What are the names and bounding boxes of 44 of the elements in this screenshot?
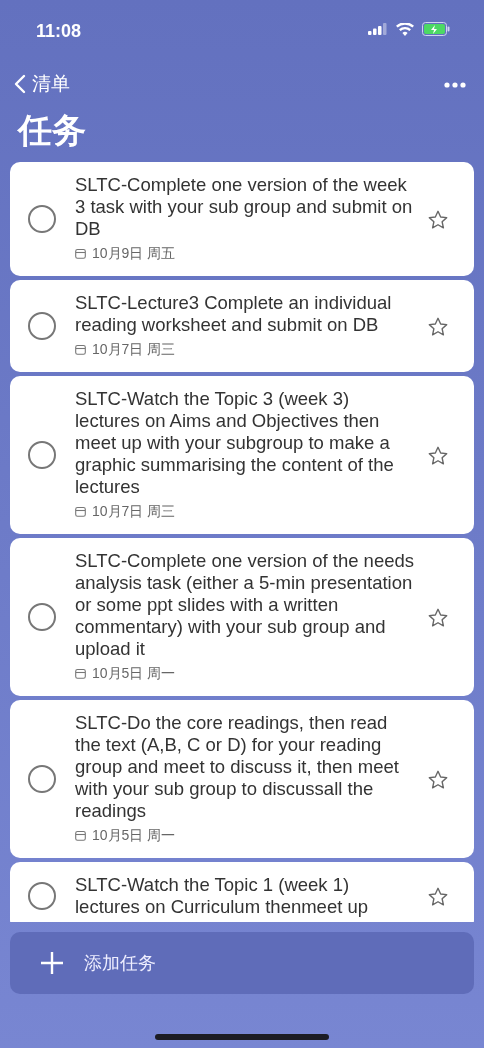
complete-checkbox[interactable]: [28, 205, 56, 233]
calendar-icon: [75, 506, 86, 517]
star-icon: [427, 768, 449, 791]
due-date: 10月7日 周三: [92, 502, 176, 521]
task-title: SLTC-Do the core readings, then read the text (A,B, C or D) for your reading group and meet to discuss it, then meet with your sub group to discussall the readings: [75, 712, 400, 822]
task-card[interactable]: SLTC-Watch the Topic 1 (week 1) lectures on Curriculum thenmeet up: [10, 862, 474, 922]
complete-checkbox[interactable]: [28, 603, 56, 631]
task-title: SLTC-Complete one version of the week 3 task with your sub group and submit on DB: [75, 174, 414, 240]
calendar-icon: [75, 668, 86, 679]
complete-checkbox[interactable]: [28, 441, 56, 469]
plus-icon: [40, 951, 64, 975]
task-card[interactable]: SLTC-Complete one version of the needs analysis task (either a 5-min presentation or some ppt slides with a written commentary) with your sub group and upload it 10月5日 周一: [10, 538, 474, 696]
star-icon: [427, 885, 449, 908]
due-date: 10月5日 周一: [92, 826, 176, 845]
task-title: SLTC-Lecture3 Complete an individual reading worksheet and submit on DB: [75, 292, 393, 336]
signal-icon: [368, 23, 388, 35]
complete-checkbox[interactable]: [28, 882, 56, 910]
complete-checkbox[interactable]: [28, 765, 56, 793]
wifi-icon: [396, 22, 414, 36]
star-icon: [427, 315, 449, 338]
task-card[interactable]: SLTC-Do the core readings, then read the text (A,B, C or D) for your reading group and meet to discuss it, then meet with your sub group to discussall the readings 10月5日 周一: [10, 700, 474, 858]
due-date: 10月9日 周五: [92, 244, 176, 263]
task-title: SLTC-Complete one version of the needs analysis task (either a 5-min presentation or some ppt slides with a written commentary) with your sub group and upload it: [75, 550, 415, 660]
calendar-icon: [75, 248, 86, 259]
add-task-button[interactable]: 添加任务: [10, 932, 474, 994]
status-time: 11:08: [36, 20, 82, 43]
due-date: 10月5日 周一: [92, 664, 176, 683]
task-card[interactable]: SLTC-Complete one version of the week 3 task with your sub group and submit on DB 10月9日 周五: [10, 162, 474, 276]
task-title: SLTC-Watch the Topic 1 (week 1) lectures on Curriculum thenmeet up: [75, 874, 370, 918]
calendar-icon: [75, 344, 86, 355]
calendar-icon: [75, 830, 86, 841]
battery-icon: [422, 22, 450, 36]
back-button[interactable]: 清单: [14, 69, 70, 99]
page-title: 任务: [16, 110, 87, 151]
star-icon: [427, 208, 449, 231]
task-title: SLTC-Watch the Topic 3 (week 3) lectures on Aims and Objectives then meet up with your subgroup to make a graphic summarising the content of the lectures: [75, 388, 395, 498]
star-icon: [427, 606, 449, 629]
task-card[interactable]: SLTC-Lecture3 Complete an individual reading worksheet and submit on DB 10月7日 周三: [10, 280, 474, 372]
complete-checkbox[interactable]: [28, 312, 56, 340]
task-card[interactable]: SLTC-Watch the Topic 3 (week 3) lectures on Aims and Objectives then meet up with your subgroup to make a graphic summarising the content of the lectures 10月7日 周三: [10, 376, 474, 534]
back-chevron-icon: [14, 74, 26, 94]
more-icon: [444, 81, 466, 88]
star-icon: [427, 444, 449, 467]
due-date: 10月7日 周三: [92, 340, 176, 359]
